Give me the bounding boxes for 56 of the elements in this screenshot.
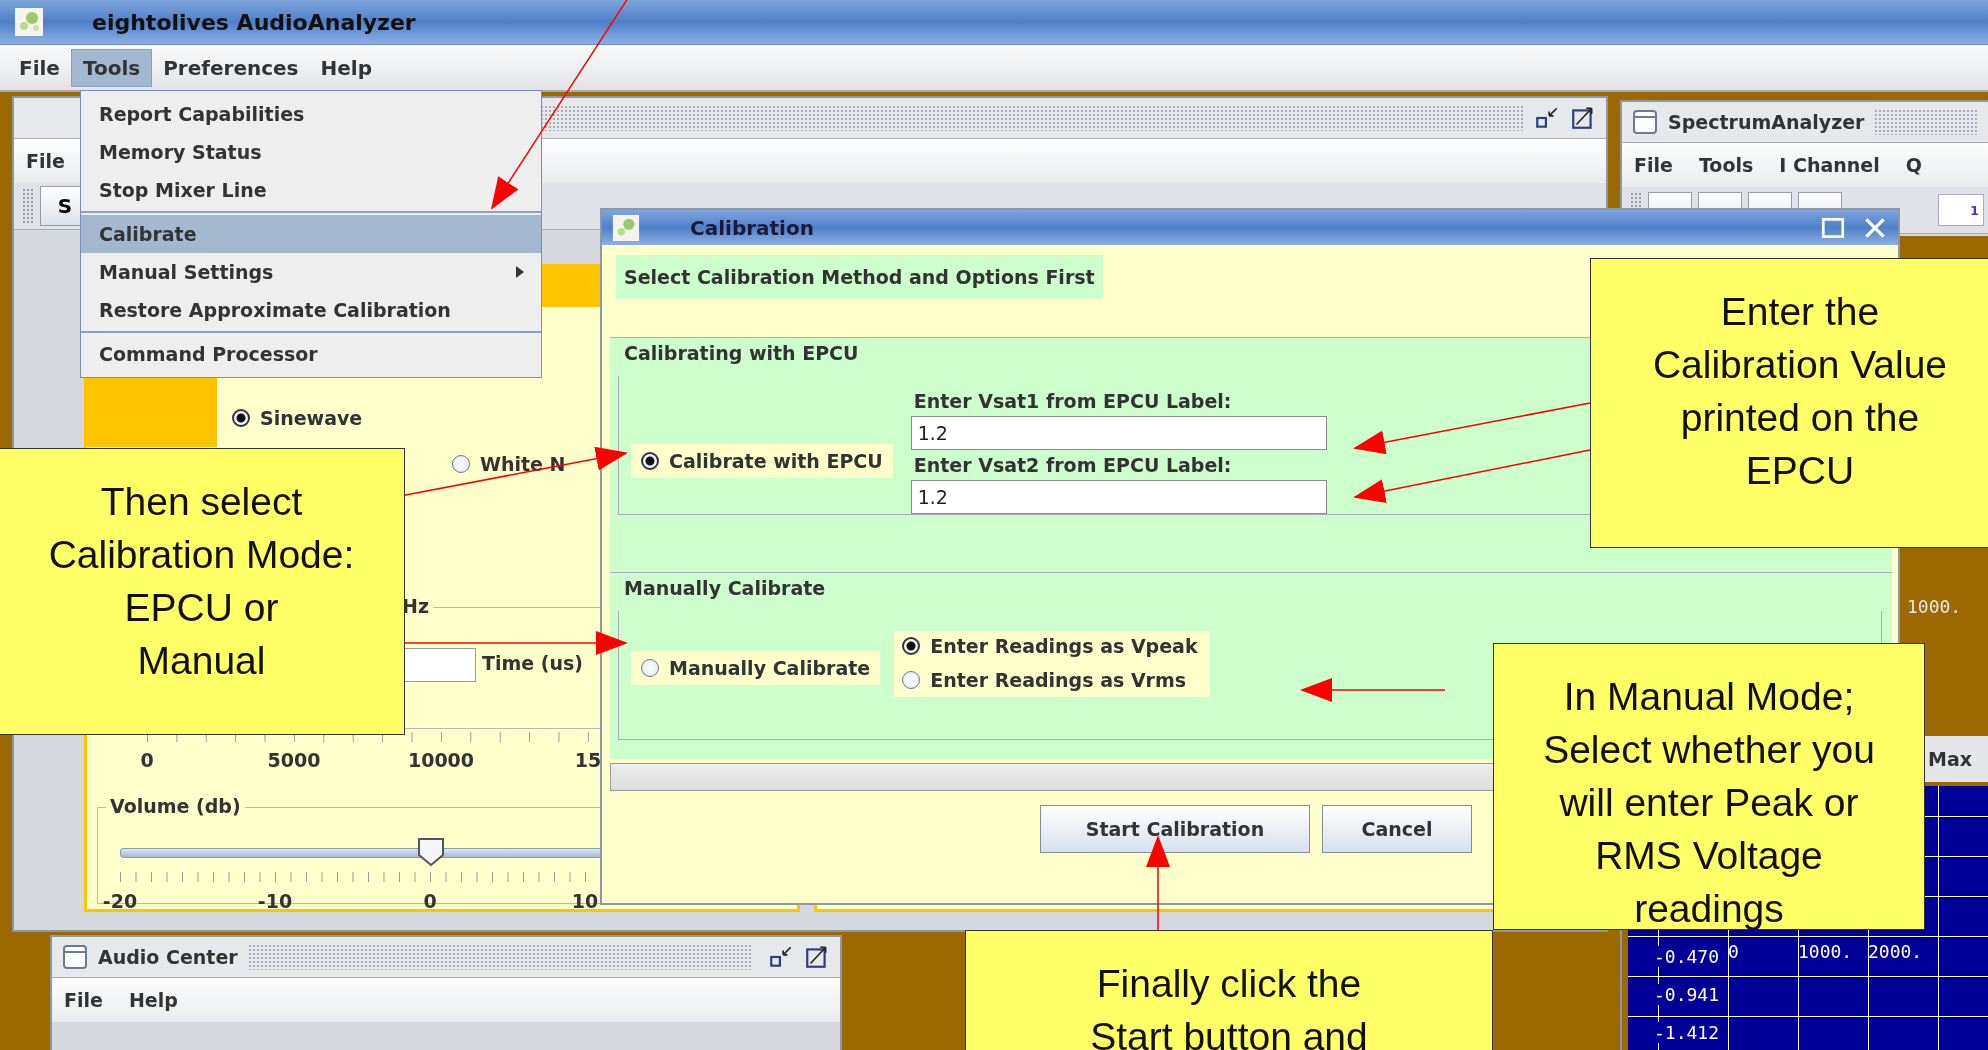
tick-label: 10000 (407, 749, 475, 771)
window-title: eightolives AudioAnalyzer (92, 9, 416, 35)
field-label: Enter Vsat2 from EPCU Label: (912, 453, 1233, 478)
tick-label: 0 (140, 749, 154, 771)
radio-option[interactable]: Enter Readings as Vrms (902, 669, 1198, 691)
axis-label: 0 (1728, 941, 1739, 962)
menu-item[interactable]: Manual Settings (81, 253, 541, 291)
callout-text: Then select Calibration Mode: EPCU or Manual (48, 479, 355, 684)
axis-label: -0.470 (1654, 946, 1720, 967)
dialog-title: Calibration (690, 215, 814, 240)
menu-item[interactable]: File (8, 49, 71, 86)
window-title: Audio Center (98, 946, 238, 968)
tick-label: -20 (102, 890, 138, 912)
instruction-label: Select Calibration Method and Options First (616, 255, 1103, 299)
group-title: Calibrating with EPCU (624, 342, 859, 364)
axis-label: -0.941 (1654, 984, 1720, 1005)
menu-item[interactable]: Q (1905, 154, 1922, 176)
radio-option[interactable]: Sinewave (232, 407, 363, 429)
menu-item[interactable]: I Channel (1779, 154, 1880, 176)
tick-label: -10 (257, 890, 293, 912)
menu-item[interactable]: File (26, 150, 65, 172)
radio-option[interactable]: Calibrate with EPCU (631, 444, 893, 478)
window-title: SpectrumAnalyzer (1668, 111, 1865, 133)
menu-item[interactable]: File (1634, 154, 1673, 176)
menu-item[interactable]: Help (309, 49, 383, 86)
field-label: Time (us) (482, 652, 583, 674)
menu-item[interactable]: Preferences (152, 49, 310, 86)
input-field[interactable]: 1.2 (910, 416, 1327, 450)
tick-label: 0 (423, 890, 437, 912)
group-title: Volume (db) (106, 795, 245, 817)
value-field[interactable]: 1 (1938, 194, 1984, 226)
axis-label: -1.412 (1654, 1022, 1720, 1043)
callout-text: Enter the Calibration Value printed on the EPCU (1652, 289, 1948, 494)
tick-label: 15 (574, 749, 602, 771)
radio-option[interactable]: Enter Readings as Vpeak (902, 635, 1198, 657)
axis-label: 1000. (1798, 941, 1853, 962)
menu-item[interactable]: Tools (70, 48, 153, 87)
menu-item[interactable]: Calibrate (81, 215, 541, 253)
axis-label: 2000. (1868, 941, 1923, 962)
dialog-button[interactable]: Start Calibration (1040, 805, 1310, 853)
input-field[interactable]: 1.2 (910, 480, 1327, 514)
menu-item[interactable]: Help (128, 989, 178, 1011)
menu-item[interactable]: Report Capabilities (81, 95, 541, 133)
dialog-button[interactable]: Cancel (1322, 805, 1472, 853)
menu-item[interactable]: Command Processor (81, 335, 541, 373)
group-title: Manually Calibrate (624, 577, 826, 599)
radio-option[interactable]: Manually Calibrate (631, 651, 881, 685)
callout-text: Finally click the Start button and (1090, 961, 1368, 1050)
menu-item[interactable]: Tools (1698, 154, 1754, 176)
readout-label: 1000. (1907, 596, 1962, 617)
menu-item[interactable]: Memory Status (81, 133, 541, 171)
tick-label: 10 (571, 890, 599, 912)
menu-item[interactable]: Restore Approximate Calibration (81, 291, 541, 329)
menu-item[interactable]: File (64, 989, 103, 1011)
tick-label: 5000 (267, 749, 321, 771)
field-label: Enter Vsat1 from EPCU Label: (912, 389, 1233, 414)
